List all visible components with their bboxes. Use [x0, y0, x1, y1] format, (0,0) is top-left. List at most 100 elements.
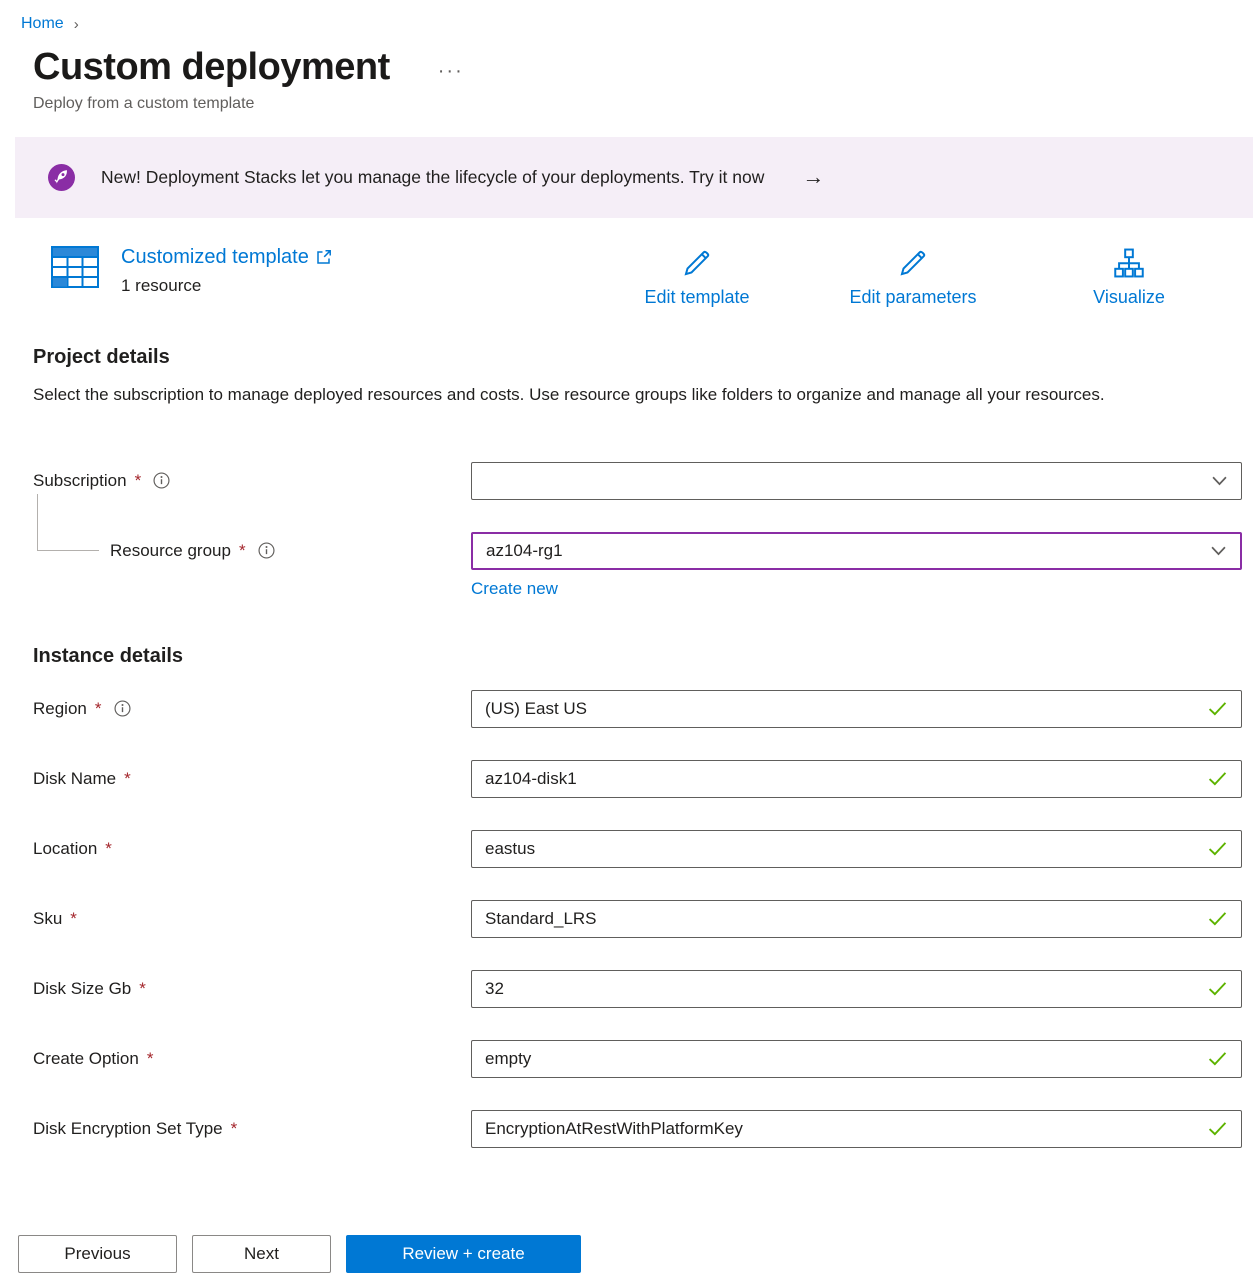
project-fields: Subscription * Re	[33, 462, 1242, 599]
edit-parameters-button[interactable]: Edit parameters	[805, 246, 1021, 308]
footer-bar: Previous Next Review + create	[0, 1208, 1253, 1280]
required-asterisk: *	[124, 769, 131, 789]
location-input[interactable]: eastus	[471, 830, 1242, 868]
required-asterisk: *	[239, 541, 246, 561]
deployment-stacks-banner: New! Deployment Stacks let you manage th…	[15, 137, 1253, 218]
required-asterisk: *	[139, 979, 146, 999]
subscription-row: Subscription *	[33, 462, 1242, 500]
edit-template-label: Edit template	[644, 287, 749, 308]
disk-size-label: Disk Size Gb *	[33, 979, 471, 999]
sku-label: Sku *	[33, 909, 471, 929]
create-option-value: empty	[485, 1049, 531, 1069]
create-option-label: Create Option *	[33, 1049, 471, 1069]
visualize-button[interactable]: Visualize	[1021, 246, 1237, 308]
banner-text: New! Deployment Stacks let you manage th…	[101, 167, 764, 188]
valid-check-icon	[1208, 771, 1227, 786]
subscription-dropdown[interactable]	[471, 462, 1242, 500]
subscription-info-icon[interactable]	[153, 472, 170, 489]
location-label: Location *	[33, 839, 471, 859]
valid-check-icon	[1208, 1121, 1227, 1136]
disk-name-label-text: Disk Name	[33, 769, 116, 789]
sku-label-text: Sku	[33, 909, 62, 929]
next-button[interactable]: Next	[192, 1235, 331, 1273]
disk-name-input[interactable]: az104-disk1	[471, 760, 1242, 798]
page-subtitle: Deploy from a custom template	[33, 95, 1242, 113]
required-asterisk: *	[135, 471, 142, 491]
breadcrumb-separator: ›	[74, 16, 79, 33]
disk-encryption-label-text: Disk Encryption Set Type	[33, 1119, 223, 1139]
rocket-icon	[48, 164, 75, 191]
disk-encryption-row: Disk Encryption Set Type * EncryptionAtR…	[33, 1110, 1242, 1148]
required-asterisk: *	[231, 1119, 238, 1139]
resource-group-cell: az104-rg1 Create new	[471, 532, 1242, 599]
required-asterisk: *	[95, 699, 102, 719]
sku-row: Sku * Standard_LRS	[33, 900, 1242, 938]
sku-value: Standard_LRS	[485, 909, 597, 929]
required-asterisk: *	[70, 909, 77, 929]
visualize-label: Visualize	[1093, 287, 1165, 308]
sku-input[interactable]: Standard_LRS	[471, 900, 1242, 938]
valid-check-icon	[1208, 981, 1227, 996]
sitemap-icon	[1112, 246, 1146, 280]
disk-name-value: az104-disk1	[485, 769, 577, 789]
region-value: (US) East US	[485, 699, 587, 719]
chevron-down-icon	[1211, 546, 1226, 556]
disk-name-row: Disk Name * az104-disk1	[33, 760, 1242, 798]
instance-details-heading: Instance details	[33, 645, 1242, 668]
resource-group-label-text: Resource group	[110, 541, 231, 561]
disk-size-label-text: Disk Size Gb	[33, 979, 131, 999]
region-info-icon[interactable]	[114, 700, 131, 717]
template-link-label: Customized template	[121, 246, 309, 269]
resource-group-row: Resource group * az104-rg1 C	[33, 532, 1242, 599]
page-title: Custom deployment	[33, 45, 390, 91]
template-resource-count: 1 resource	[121, 276, 332, 296]
location-row: Location * eastus	[33, 830, 1242, 868]
disk-size-input[interactable]: 32	[471, 970, 1242, 1008]
project-details-description: Select the subscription to manage deploy…	[33, 382, 1193, 408]
region-input[interactable]: (US) East US	[471, 690, 1242, 728]
pencil-icon	[896, 246, 930, 280]
region-label: Region *	[33, 699, 471, 719]
region-label-text: Region	[33, 699, 87, 719]
valid-check-icon	[1208, 841, 1227, 856]
chevron-down-icon	[1212, 476, 1227, 486]
subscription-label: Subscription *	[33, 471, 471, 491]
template-actions: Edit template Edit parameters Visualize	[589, 246, 1237, 308]
disk-encryption-input[interactable]: EncryptionAtRestWithPlatformKey	[471, 1110, 1242, 1148]
create-new-link[interactable]: Create new	[471, 579, 558, 599]
create-option-row: Create Option * empty	[33, 1040, 1242, 1078]
valid-check-icon	[1208, 911, 1227, 926]
template-info: Customized template 1 resource	[121, 246, 332, 296]
subscription-label-text: Subscription	[33, 471, 127, 491]
customized-template-link[interactable]: Customized template	[121, 246, 332, 269]
location-label-text: Location	[33, 839, 97, 859]
disk-size-value: 32	[485, 979, 504, 999]
disk-encryption-label: Disk Encryption Set Type *	[33, 1119, 471, 1139]
create-option-input[interactable]: empty	[471, 1040, 1242, 1078]
template-icon	[51, 246, 99, 288]
resource-group-value: az104-rg1	[486, 541, 563, 561]
previous-button[interactable]: Previous	[18, 1235, 177, 1273]
disk-name-label: Disk Name *	[33, 769, 471, 789]
resource-group-info-icon[interactable]	[258, 542, 275, 559]
project-details-heading: Project details	[33, 346, 1242, 369]
custom-deployment-page: Home › Custom deployment ··· Deploy from…	[0, 0, 1253, 1280]
review-create-button[interactable]: Review + create	[346, 1235, 581, 1273]
disk-size-row: Disk Size Gb * 32	[33, 970, 1242, 1008]
edit-parameters-label: Edit parameters	[849, 287, 976, 308]
instance-fields: Region * (US) East US Disk Na	[33, 690, 1242, 1148]
breadcrumb: Home ›	[21, 14, 1242, 33]
region-row: Region * (US) East US	[33, 690, 1242, 728]
valid-check-icon	[1208, 701, 1227, 716]
more-options-button[interactable]: ···	[438, 60, 464, 91]
template-summary: Customized template 1 resource Edit temp…	[33, 246, 1242, 308]
field-connector-line	[37, 494, 99, 551]
create-option-label-text: Create Option	[33, 1049, 139, 1069]
pencil-icon	[680, 246, 714, 280]
banner-arrow-icon[interactable]: →	[802, 164, 824, 190]
edit-template-button[interactable]: Edit template	[589, 246, 805, 308]
breadcrumb-home-link[interactable]: Home	[21, 15, 64, 33]
title-row: Custom deployment ···	[33, 45, 1242, 91]
resource-group-dropdown[interactable]: az104-rg1	[471, 532, 1242, 570]
disk-encryption-value: EncryptionAtRestWithPlatformKey	[485, 1119, 743, 1139]
